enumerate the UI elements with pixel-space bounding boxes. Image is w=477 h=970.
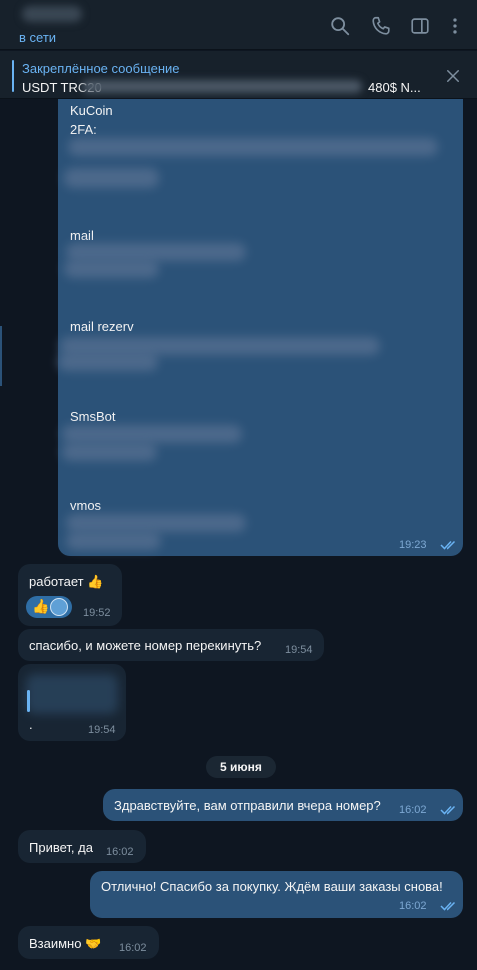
redacted-vmos-2	[66, 532, 161, 550]
reaction-emoji: 👍	[32, 598, 50, 614]
redacted-mail	[66, 243, 246, 261]
redacted-mail-rezerv-2	[58, 353, 158, 371]
message-text-2fa: 2FA:	[70, 122, 97, 137]
redacted-vmos	[66, 514, 246, 532]
message-text: Привет, да	[29, 840, 93, 855]
search-icon[interactable]	[329, 15, 351, 37]
pinned-title: Закреплённое сообщение	[22, 61, 180, 76]
redacted-mail-2	[64, 260, 159, 278]
quote-bar	[27, 690, 30, 712]
pinned-text-redacted	[82, 80, 362, 93]
redacted-2fa	[68, 138, 438, 156]
contact-status: в сети	[19, 30, 57, 45]
message-time: 16:02	[399, 900, 427, 912]
contact-name-redacted[interactable]	[22, 6, 82, 22]
redacted-smsbot-2	[62, 443, 157, 461]
message-time: 19:23	[399, 539, 427, 551]
avatar	[50, 598, 68, 616]
message-text: Взаимно 🤝	[29, 936, 102, 951]
reaction-badge[interactable]: 👍	[26, 596, 72, 618]
chat-header: в сети	[0, 0, 477, 50]
message-text-mail: mail	[70, 228, 94, 243]
message-text-kucoin: KuCoin	[70, 103, 113, 118]
redacted-smsbot	[62, 425, 242, 443]
redacted-2fa-2	[64, 168, 159, 188]
redacted-forward	[26, 674, 118, 714]
sidebar-toggle-icon[interactable]	[409, 15, 431, 37]
scroll-indicator[interactable]	[0, 326, 2, 386]
pinned-indicator	[12, 60, 14, 92]
message-time: 16:02	[106, 846, 134, 858]
double-check-icon	[440, 538, 458, 556]
message-time: 19:54	[88, 724, 116, 736]
message-time: 19:54	[285, 644, 313, 656]
message-time: 16:02	[399, 804, 427, 816]
message-time: 19:52	[83, 607, 111, 619]
message-text: работает 👍	[29, 574, 104, 589]
more-vert-icon[interactable]	[444, 15, 466, 37]
message-text-vmos: vmos	[70, 498, 102, 513]
pinned-message-bar[interactable]: Закреплённое сообщение USDT TRC20 480$ N…	[0, 51, 477, 99]
date-separator: 5 июня	[206, 756, 276, 778]
phone-icon[interactable]	[370, 15, 392, 37]
pinned-text-end: 480$ N...	[368, 80, 421, 95]
double-check-icon	[440, 899, 458, 917]
message-text: Отлично! Спасибо за покупку. Ждём ваши з…	[101, 879, 443, 894]
close-icon[interactable]	[444, 67, 462, 85]
double-check-icon	[440, 803, 458, 821]
message-text-smsbot: SmsBot	[70, 409, 116, 424]
message-text: спасибо, и можете номер перекинуть?	[29, 638, 262, 653]
message-time: 16:02	[119, 942, 147, 954]
message-text: Здравствуйте, вам отправили вчера номер?	[114, 798, 381, 813]
message-text: .	[29, 717, 33, 732]
message-text-mail-rezerv: mail rezerv	[70, 319, 134, 334]
